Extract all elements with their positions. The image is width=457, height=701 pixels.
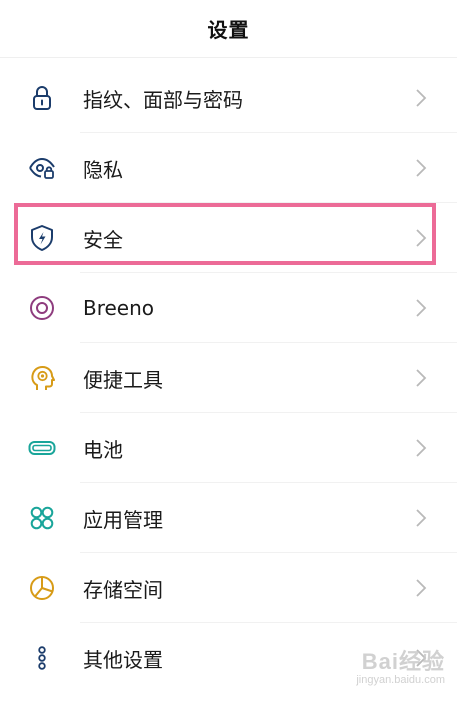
settings-item-convenience-tools[interactable]: 便捷工具	[0, 343, 457, 413]
page-title: 设置	[207, 18, 250, 42]
chevron-right-icon	[415, 368, 427, 388]
settings-item-label: 安全	[83, 227, 123, 252]
watermark-logo-text: Bai经验	[361, 649, 445, 674]
settings-item-app-management[interactable]: 应用管理	[0, 483, 457, 553]
settings-item-breeno[interactable]: Breeno	[0, 273, 457, 343]
chevron-right-icon	[415, 228, 427, 248]
chevron-right-icon	[415, 508, 427, 528]
settings-item-label: 指纹、面部与密码	[83, 87, 243, 112]
settings-item-label: 其他设置	[83, 647, 163, 672]
more-dots-icon	[27, 643, 57, 673]
settings-item-label: 电池	[83, 437, 123, 462]
storage-pie-icon	[27, 573, 57, 603]
settings-item-battery[interactable]: 电池	[0, 413, 457, 483]
settings-item-security[interactable]: 安全	[0, 203, 457, 273]
settings-item-label: 应用管理	[83, 507, 163, 532]
lock-icon	[27, 83, 57, 113]
watermark-url: jingyan.baidu.com	[356, 674, 445, 686]
chevron-right-icon	[415, 158, 427, 178]
apps-grid-icon	[27, 503, 57, 533]
baidu-jingyan-watermark: Bai经验 jingyan.baidu.com	[356, 650, 445, 687]
settings-item-label: 隐私	[83, 157, 123, 182]
settings-item-privacy[interactable]: 隐私	[0, 133, 457, 203]
chevron-right-icon	[415, 438, 427, 458]
settings-item-storage[interactable]: 存储空间	[0, 553, 457, 623]
security-shield-icon	[27, 223, 57, 253]
head-gear-icon	[27, 363, 57, 393]
battery-icon	[27, 433, 57, 463]
chevron-right-icon	[415, 298, 427, 318]
settings-item-label: 便捷工具	[83, 367, 163, 392]
settings-item-label: 存储空间	[83, 577, 163, 602]
chevron-right-icon	[415, 88, 427, 108]
settings-item-label: Breeno	[83, 296, 155, 320]
settings-list: 指纹、面部与密码 隐私 安全 Breeno 便捷工具 电池 应用管理 存储空间 …	[0, 63, 457, 693]
chevron-right-icon	[415, 578, 427, 598]
top-bar: 设置	[0, 0, 457, 58]
settings-item-fingerprint-face-password[interactable]: 指纹、面部与密码	[0, 63, 457, 133]
privacy-eye-icon	[27, 153, 57, 183]
breeno-circle-icon	[27, 293, 57, 323]
